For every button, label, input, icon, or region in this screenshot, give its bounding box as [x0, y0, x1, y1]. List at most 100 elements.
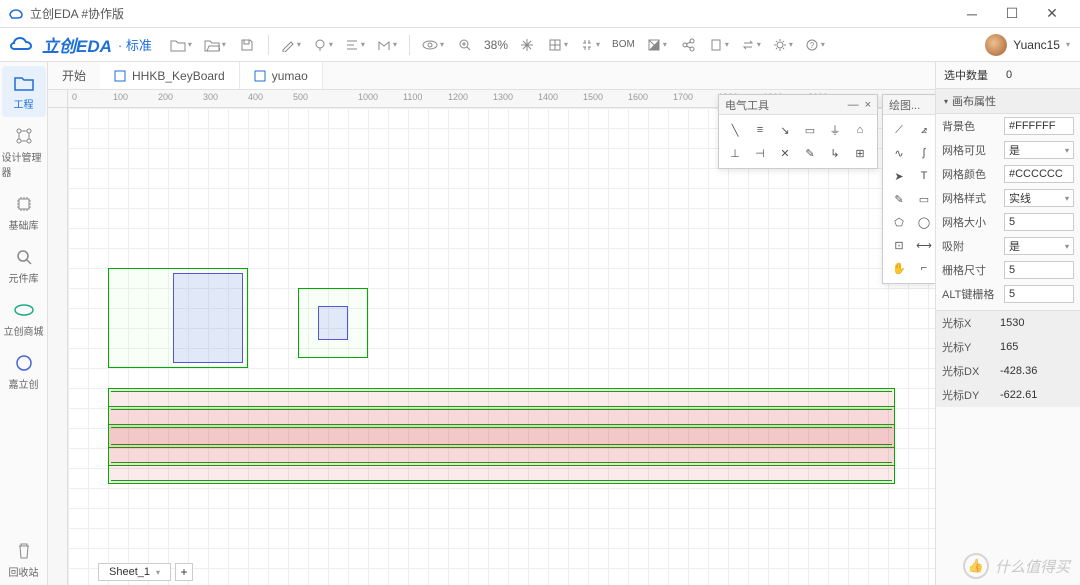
prop-value[interactable]: #FFFFFF: [1004, 117, 1074, 135]
text-tool[interactable]: T: [913, 166, 935, 186]
rect-tool[interactable]: ▭: [913, 189, 935, 209]
file-menu-button[interactable]: [166, 32, 196, 58]
sidebar-item-component-library[interactable]: 元件库: [2, 240, 46, 291]
prop-value[interactable]: 实线: [1004, 189, 1074, 207]
prop-row: 背景色#FFFFFF: [936, 114, 1080, 138]
tab-yumao[interactable]: yumao: [240, 62, 323, 89]
logo-text: 立创EDA: [42, 32, 112, 57]
theme-button[interactable]: [643, 32, 671, 58]
sidebar-item-base-library[interactable]: 基础库: [2, 187, 46, 238]
arrow-tool[interactable]: ➤: [888, 166, 910, 186]
ellipse-tool[interactable]: ◯: [913, 212, 935, 232]
app-icon: [8, 6, 24, 22]
zoom-in-button[interactable]: [452, 32, 478, 58]
prop-row: 网格可见是: [936, 138, 1080, 162]
pencil-tool-button[interactable]: [277, 32, 305, 58]
grid-menu-button[interactable]: [544, 32, 572, 58]
sidebar-item-project[interactable]: 工程: [2, 66, 46, 117]
distribute-tool-button[interactable]: [373, 32, 401, 58]
prop-value[interactable]: #CCCCCC: [1004, 165, 1074, 183]
prop-row: 网格颜色#CCCCCC: [936, 162, 1080, 186]
username[interactable]: Yuanc15: [1013, 38, 1060, 52]
bus-tool[interactable]: ≡: [749, 120, 771, 140]
share-button[interactable]: [675, 32, 701, 58]
polyline-tool[interactable]: ⦨: [913, 120, 935, 140]
gnd-tool[interactable]: ⏚: [824, 120, 846, 140]
schematic-canvas[interactable]: Sheet_1▾ +: [68, 108, 935, 585]
vcc-tool[interactable]: ⊥: [724, 143, 746, 163]
tab-hhkb[interactable]: HHKB_KeyBoard: [100, 62, 240, 89]
sidebar-item-lcsc[interactable]: 立创商城: [2, 293, 46, 344]
pan-tool[interactable]: ✋: [888, 258, 910, 278]
tab-start[interactable]: 开始: [48, 62, 100, 89]
folder-icon: [13, 72, 35, 94]
save-button[interactable]: [234, 32, 260, 58]
net-tool[interactable]: ↘: [774, 120, 796, 140]
measure-tool[interactable]: ⌐: [913, 258, 935, 278]
align-tool-button[interactable]: [341, 32, 369, 58]
gear-menu-button[interactable]: [769, 32, 797, 58]
place-tool-button[interactable]: [309, 32, 337, 58]
arc-tool[interactable]: ∿: [888, 143, 910, 163]
settings-tool-button[interactable]: [576, 32, 604, 58]
add-sheet-button[interactable]: +: [175, 563, 193, 581]
avatar[interactable]: [985, 34, 1007, 56]
cursor-row: 光标DX-428.36: [936, 359, 1080, 383]
line-tool[interactable]: ⟋: [888, 120, 910, 140]
array-tool[interactable]: ⊞: [849, 143, 871, 163]
netport-tool[interactable]: ▭: [799, 120, 821, 140]
wire-tool[interactable]: ╲: [724, 120, 746, 140]
prop-label: 吸附: [942, 238, 1000, 254]
schematic-row[interactable]: [108, 424, 895, 484]
document-tabs: 开始 HHKB_KeyBoard yumao: [48, 62, 935, 90]
cursor-label: 光标X: [942, 315, 992, 331]
schematic-ic[interactable]: [318, 306, 348, 340]
freehand-tool[interactable]: ✎: [888, 189, 910, 209]
chevron-down-icon: ▾: [156, 568, 160, 577]
sidebar-item-design-manager[interactable]: 设计管理器: [2, 119, 46, 185]
window-maximize-button[interactable]: ☐: [992, 0, 1032, 28]
prop-value[interactable]: 5: [1004, 213, 1074, 231]
cloud-icon: [10, 35, 36, 55]
window-minimize-button[interactable]: ─: [952, 0, 992, 28]
zoom-fit-button[interactable]: [514, 32, 540, 58]
open-menu-button[interactable]: [200, 32, 230, 58]
prop-value[interactable]: 5: [1004, 285, 1074, 303]
canvas-props-header[interactable]: ▾画布属性: [936, 89, 1080, 114]
sidebar-item-trash[interactable]: 回收站: [2, 534, 46, 585]
image-tool[interactable]: ⊡: [888, 235, 910, 255]
prop-value[interactable]: 5: [1004, 261, 1074, 279]
label-tool[interactable]: ⌂: [849, 120, 871, 140]
left-sidebar: 工程 设计管理器 基础库 元件库 立创商城 嘉立创 回收站: [0, 62, 48, 585]
draw-tools-palette[interactable]: 绘图... ⟋ ⦨ ∿ ∫ ➤ T ✎ ▭ ⬠ ◯ ⊡ ⟷ ✋ ⌐: [882, 94, 935, 284]
prop-row: ALT键栅格5: [936, 282, 1080, 306]
noconnect-tool[interactable]: ⊣: [749, 143, 771, 163]
bom-button[interactable]: BOM: [608, 32, 639, 58]
polygon-tool[interactable]: ⬠: [888, 212, 910, 232]
junction-tool[interactable]: ✕: [774, 143, 796, 163]
window-close-button[interactable]: ✕: [1032, 0, 1072, 28]
close-icon[interactable]: ×: [865, 99, 871, 111]
ruler-vertical[interactable]: [48, 108, 68, 585]
zoom-level[interactable]: 38%: [482, 38, 510, 52]
help-menu-button[interactable]: ?: [801, 32, 829, 58]
prop-value[interactable]: 是: [1004, 237, 1074, 255]
cursor-value: 1530: [996, 314, 1074, 332]
busentry-tool[interactable]: ↳: [824, 143, 846, 163]
sheet-tab[interactable]: Sheet_1▾: [98, 563, 171, 581]
electrical-tools-palette[interactable]: 电气工具—× ╲ ≡ ↘ ▭ ⏚ ⌂ ⊥ ⊣ ✕ ✎ ↳ ⊞: [718, 94, 878, 169]
prop-label: 栅格尺寸: [942, 262, 1000, 278]
cursor-label: 光标DX: [942, 363, 992, 379]
user-menu-caret[interactable]: ▾: [1066, 40, 1070, 49]
view-menu-button[interactable]: [418, 32, 448, 58]
minimize-icon[interactable]: —: [848, 99, 859, 111]
convert-button[interactable]: [737, 32, 765, 58]
prop-row: 栅格尺寸5: [936, 258, 1080, 282]
bezier-tool[interactable]: ∫: [913, 143, 935, 163]
sidebar-item-jlc[interactable]: 嘉立创: [2, 346, 46, 397]
schematic-ic[interactable]: [173, 273, 243, 363]
dimension-tool[interactable]: ⟷: [913, 235, 935, 255]
prop-value[interactable]: 是: [1004, 141, 1074, 159]
probe-tool[interactable]: ✎: [799, 143, 821, 163]
export-button[interactable]: [705, 32, 733, 58]
